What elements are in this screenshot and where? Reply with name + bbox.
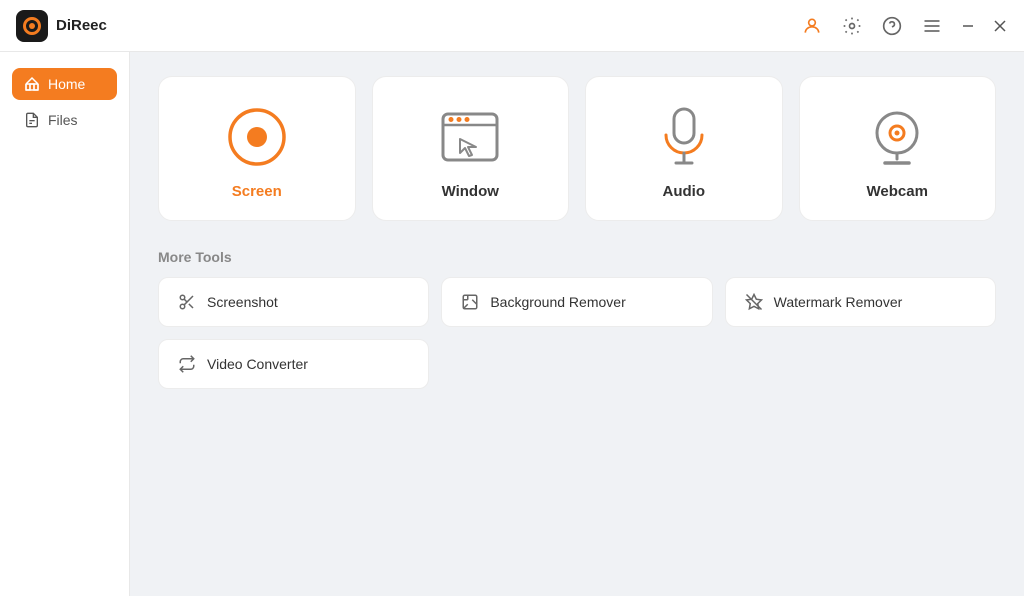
window-label: Window: [442, 183, 499, 200]
settings-icon[interactable]: [840, 14, 864, 38]
mode-card-window[interactable]: Window: [372, 76, 570, 221]
mode-card-screen[interactable]: Screen: [158, 76, 356, 221]
profile-icon[interactable]: [800, 14, 824, 38]
audio-label: Audio: [663, 183, 706, 200]
mode-card-webcam[interactable]: Webcam: [799, 76, 997, 221]
sidebar-files-label: Files: [48, 112, 78, 128]
mode-cards: Screen Window: [158, 76, 996, 221]
logo-inner-icon: [23, 17, 41, 35]
sidebar: Home Files: [0, 52, 130, 596]
webcam-label: Webcam: [867, 183, 928, 200]
help-icon[interactable]: [880, 14, 904, 38]
files-icon: [24, 112, 40, 128]
app-name: DiReec: [56, 17, 107, 34]
tool-video-converter[interactable]: Video Converter: [158, 339, 429, 389]
screen-mode-icon: [225, 105, 289, 169]
more-tools-title: More Tools: [158, 249, 996, 265]
main-layout: Home Files Scr: [0, 52, 1024, 596]
video-converter-icon: [177, 354, 197, 374]
menu-icon[interactable]: [920, 14, 944, 38]
screenshot-icon: [177, 292, 197, 312]
content-area: Screen Window: [130, 52, 1024, 596]
tool-screenshot[interactable]: Screenshot: [158, 277, 429, 327]
background-remover-icon: [460, 292, 480, 312]
tool-watermark-remover[interactable]: Watermark Remover: [725, 277, 996, 327]
sidebar-item-home[interactable]: Home: [12, 68, 117, 100]
sidebar-home-label: Home: [48, 76, 85, 92]
background-remover-label: Background Remover: [490, 294, 625, 310]
watermark-remover-icon: [744, 292, 764, 312]
title-bar-controls: [800, 14, 1008, 38]
logo-icon: [16, 10, 48, 42]
mode-card-audio[interactable]: Audio: [585, 76, 783, 221]
tool-background-remover[interactable]: Background Remover: [441, 277, 712, 327]
screen-label: Screen: [232, 183, 282, 200]
video-converter-label: Video Converter: [207, 356, 308, 372]
close-button[interactable]: [992, 18, 1008, 34]
sidebar-item-files[interactable]: Files: [12, 104, 117, 136]
home-icon: [24, 76, 40, 92]
webcam-mode-icon: [865, 105, 929, 169]
tools-grid: Screenshot Background Remover: [158, 277, 996, 389]
screenshot-label: Screenshot: [207, 294, 278, 310]
title-bar: DiReec: [0, 0, 1024, 52]
app-logo: DiReec: [16, 10, 107, 42]
more-tools-section: More Tools Screenshot: [158, 249, 996, 389]
audio-mode-icon: [652, 105, 716, 169]
watermark-remover-label: Watermark Remover: [774, 294, 903, 310]
minimize-button[interactable]: [960, 18, 976, 34]
window-mode-icon: [438, 105, 502, 169]
